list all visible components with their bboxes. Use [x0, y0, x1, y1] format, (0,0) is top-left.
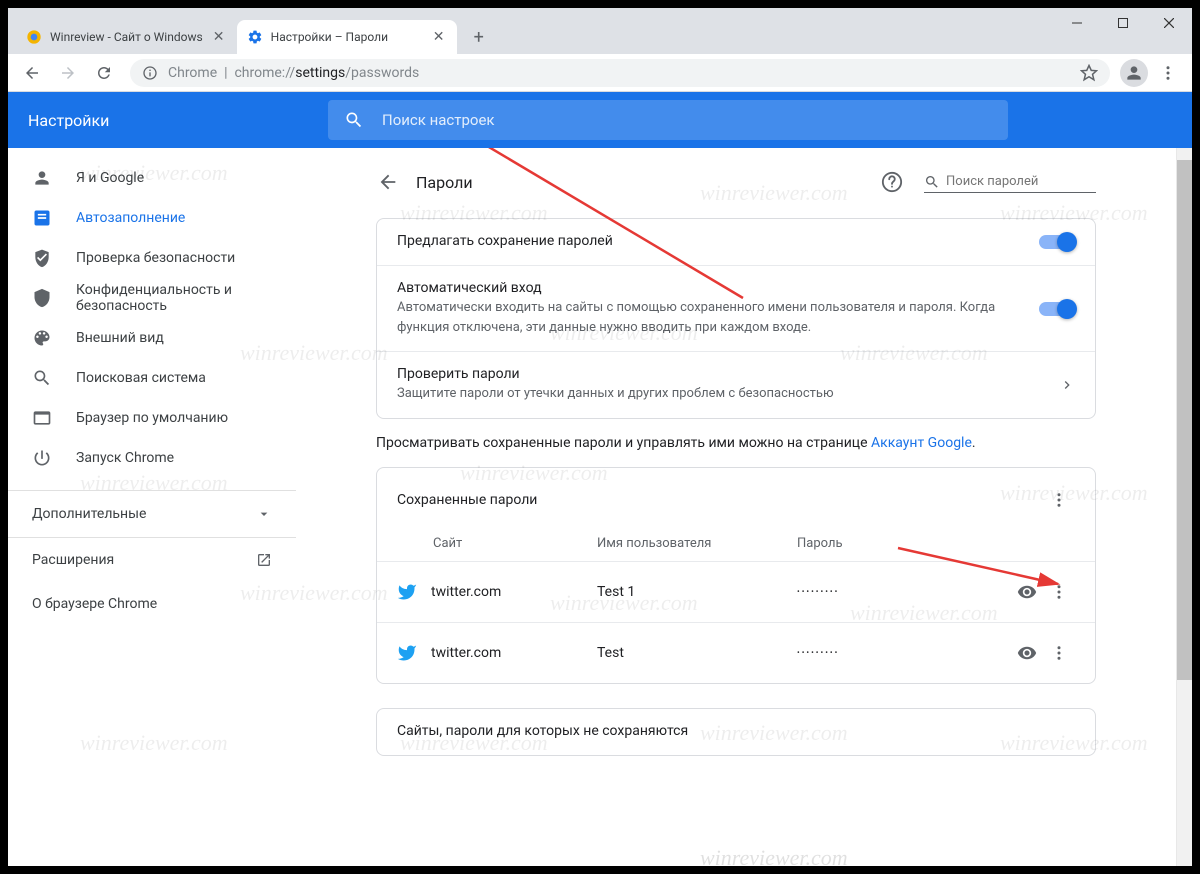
- reload-button[interactable]: [88, 57, 120, 89]
- lock-icon: [32, 288, 52, 308]
- browser-icon: [32, 408, 52, 428]
- password-search[interactable]: [924, 172, 1096, 193]
- password-search-input[interactable]: [946, 174, 1096, 189]
- site-text[interactable]: twitter.com: [431, 645, 501, 661]
- saved-passwords-more-button[interactable]: [1043, 484, 1075, 516]
- close-icon[interactable]: ✕: [431, 29, 447, 45]
- saved-passwords-title: Сохраненные пароли: [377, 492, 537, 508]
- toggle-auto-signin[interactable]: [1039, 302, 1075, 316]
- sidebar-extensions[interactable]: Расширения: [8, 538, 296, 582]
- search-icon: [924, 174, 940, 190]
- twitter-icon: [397, 582, 417, 602]
- tab-settings-passwords[interactable]: Настройки – Пароли ✕: [237, 20, 457, 54]
- palette-icon: [32, 328, 52, 348]
- back-button[interactable]: [16, 57, 48, 89]
- show-password-button[interactable]: [1011, 637, 1043, 669]
- help-icon[interactable]: [876, 166, 908, 198]
- sidebar-label: Запуск Chrome: [76, 450, 174, 466]
- password-row: twitter.com Test •••••••••: [377, 622, 1095, 683]
- site-text[interactable]: twitter.com: [431, 584, 501, 600]
- close-icon[interactable]: ✕: [211, 29, 227, 45]
- scroll-thumb[interactable]: [1177, 160, 1192, 680]
- google-account-link[interactable]: Аккаунт Google: [871, 435, 972, 451]
- menu-button[interactable]: [1152, 57, 1184, 89]
- shield-icon: [32, 248, 52, 268]
- toolbar: Chrome | chrome://settings/passwords: [8, 54, 1192, 92]
- url-text: Chrome | chrome://settings/passwords: [168, 65, 419, 81]
- annotation-arrow: [83, 148, 783, 448]
- browser-titlebar: Winreview - Сайт о Windows ✕ Настройки –…: [8, 8, 1192, 54]
- search-icon: [344, 110, 364, 130]
- autofill-icon: [32, 208, 52, 228]
- sidebar-about[interactable]: О браузере Chrome: [8, 582, 296, 626]
- user-text: Test: [597, 645, 797, 661]
- never-saved-section: Сайты, пароли для которых не сохраняются: [377, 709, 1095, 755]
- twitter-icon: [397, 643, 417, 663]
- row-more-button[interactable]: [1043, 637, 1075, 669]
- tab-label: Winreview - Сайт о Windows: [50, 30, 203, 44]
- forward-button[interactable]: [52, 57, 84, 89]
- settings-search[interactable]: [328, 100, 1008, 140]
- tab-winreview[interactable]: Winreview - Сайт о Windows ✕: [16, 20, 237, 54]
- info-icon: [142, 65, 158, 81]
- settings-title: Настройки: [28, 111, 328, 130]
- person-icon: [32, 168, 52, 188]
- password-dots: •••••••••: [797, 648, 1011, 657]
- toggle-offer-save[interactable]: [1039, 235, 1075, 249]
- chevron-down-icon: [256, 506, 272, 522]
- new-tab-button[interactable]: +: [465, 23, 493, 51]
- chevron-right-icon: [1059, 377, 1075, 393]
- power-icon: [32, 448, 52, 468]
- annotation-arrow: [588, 528, 1088, 598]
- tab-label: Настройки – Пароли: [271, 30, 388, 44]
- search-icon: [32, 368, 52, 388]
- minimize-button[interactable]: [1054, 8, 1100, 38]
- scrollbar[interactable]: [1176, 148, 1192, 866]
- settings-search-input[interactable]: [382, 111, 992, 129]
- open-in-new-icon: [256, 552, 272, 568]
- settings-header: Настройки: [8, 92, 1192, 148]
- sidebar-advanced[interactable]: Дополнительные: [8, 490, 296, 538]
- maximize-button[interactable]: [1100, 8, 1146, 38]
- profile-avatar-button[interactable]: [1120, 59, 1148, 87]
- window-close-button[interactable]: [1146, 8, 1192, 38]
- address-bar[interactable]: Chrome | chrome://settings/passwords: [130, 59, 1110, 87]
- bookmark-star-icon[interactable]: [1080, 64, 1098, 82]
